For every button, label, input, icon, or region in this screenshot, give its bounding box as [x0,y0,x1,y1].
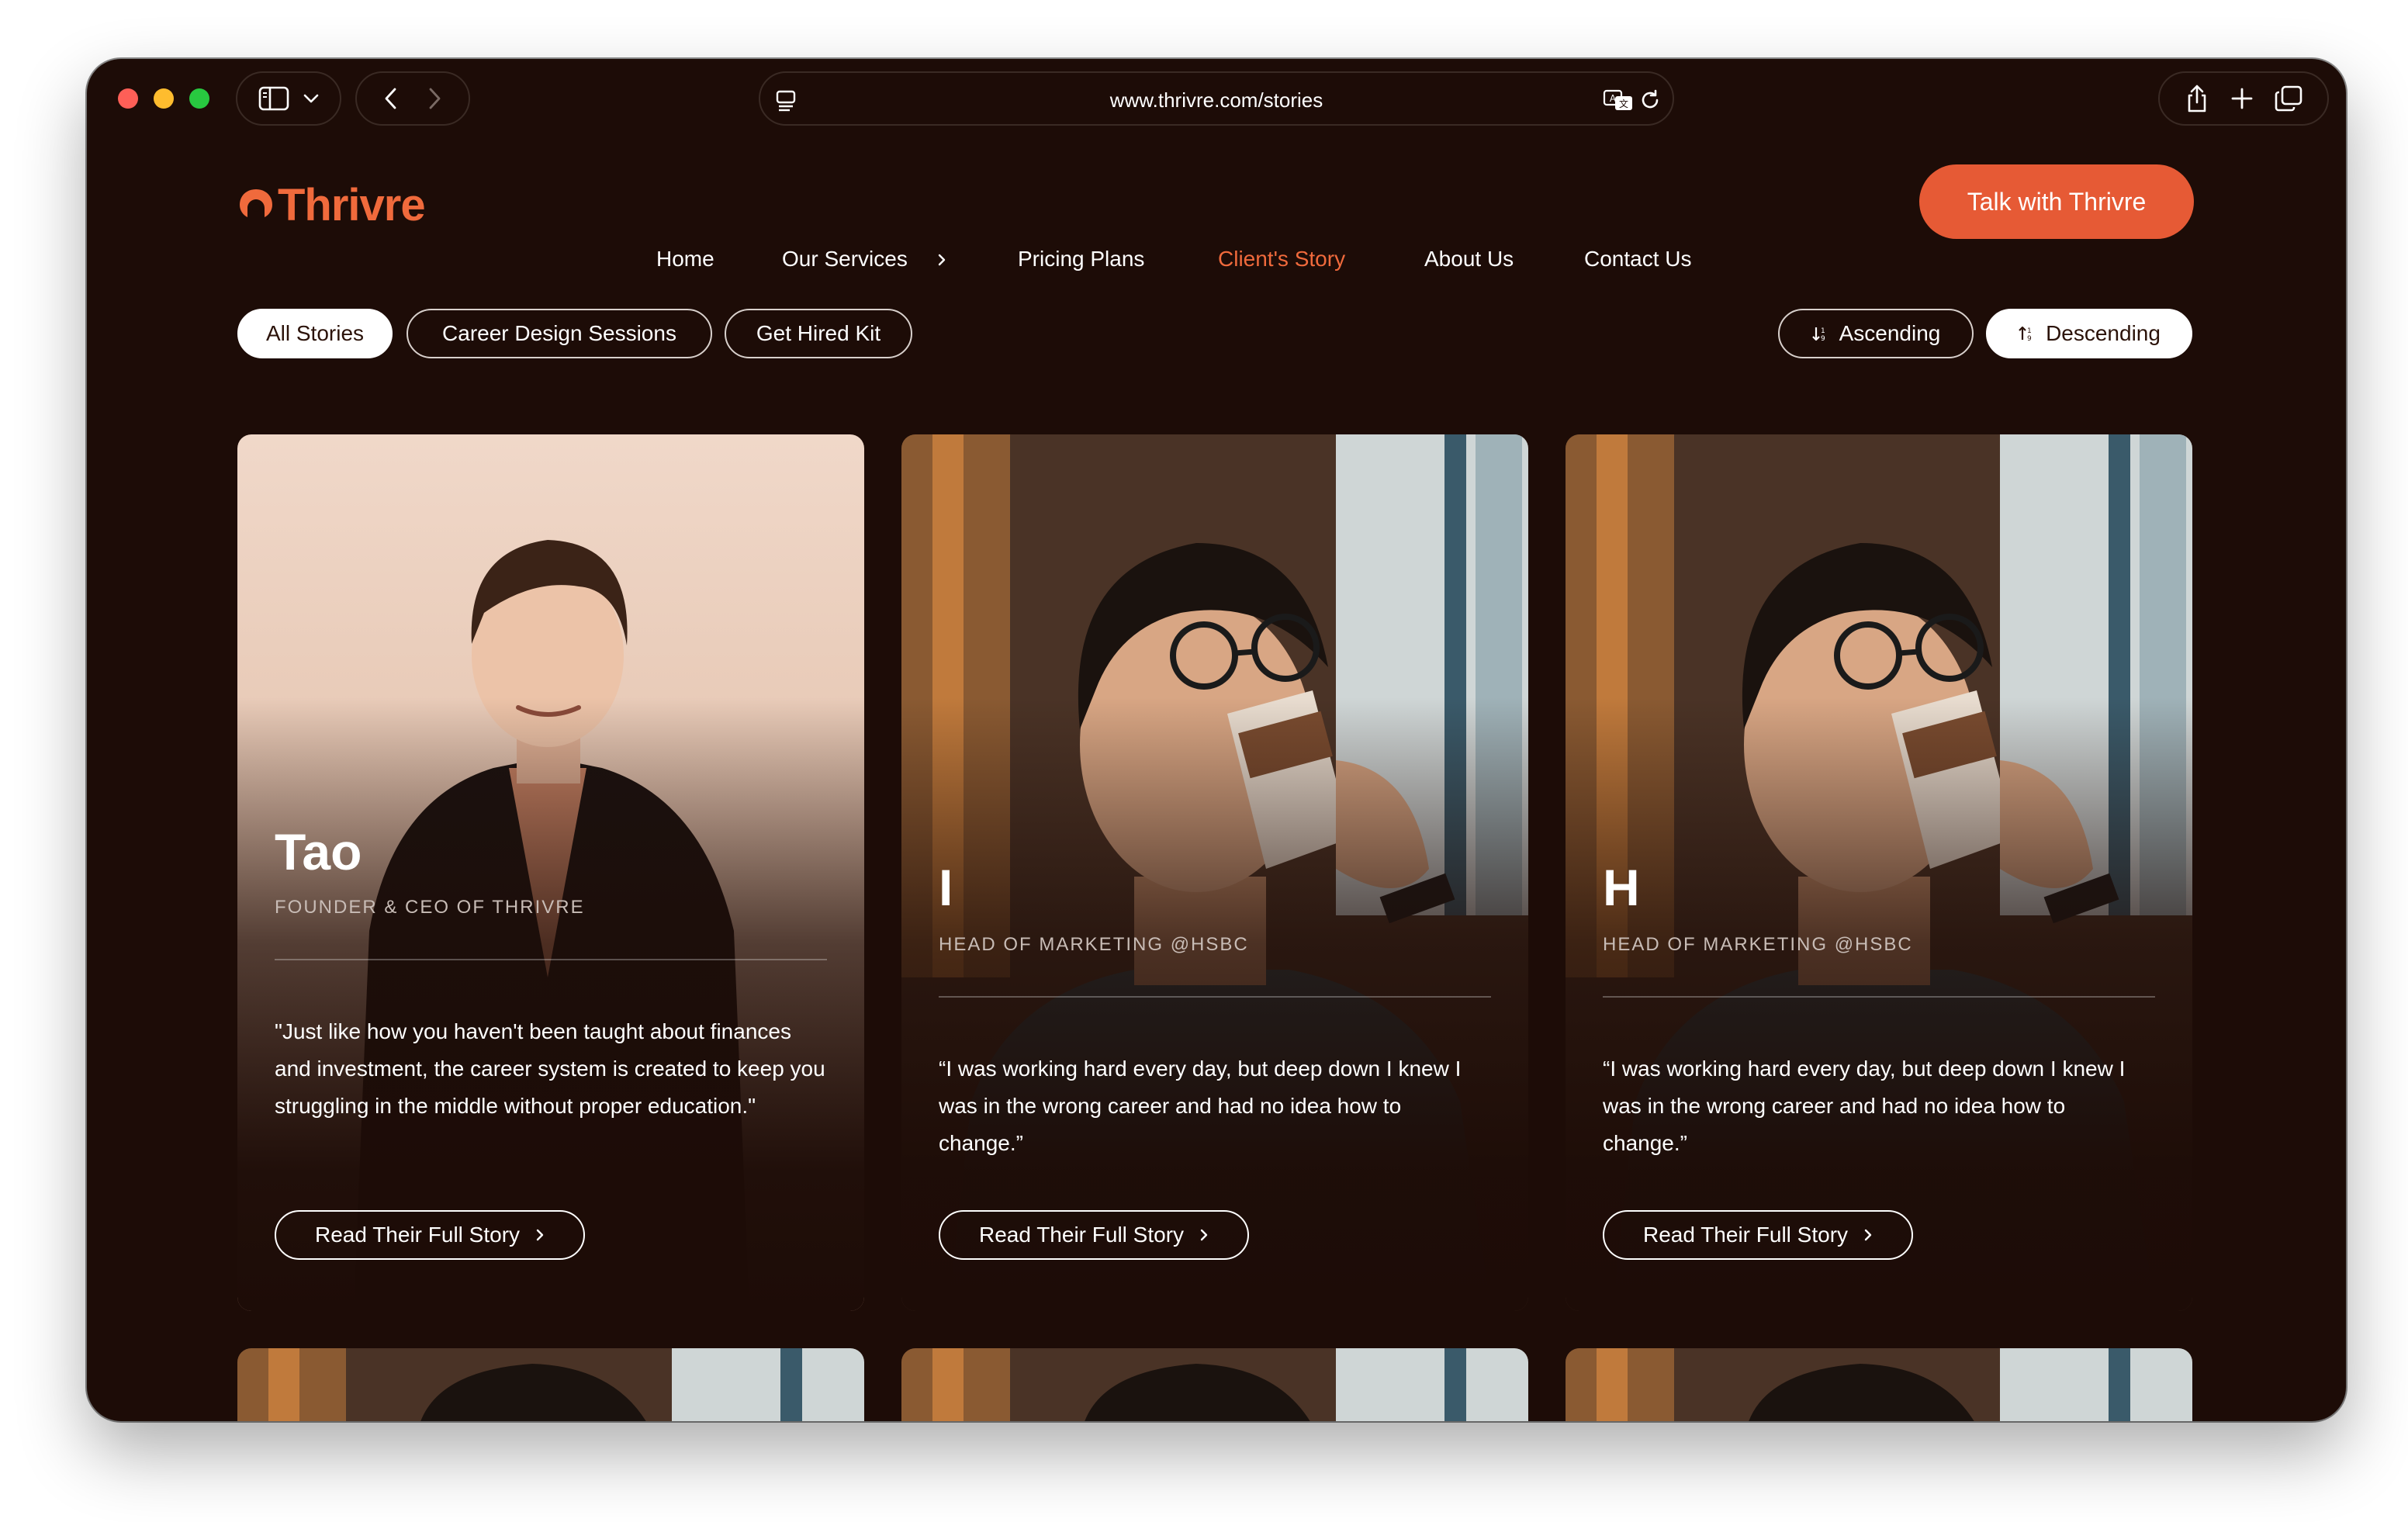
story-name: Tao [275,823,362,880]
nav-pricing-plans[interactable]: Pricing Plans [1018,247,1144,272]
window-actions-group [2158,71,2329,126]
card-divider [939,996,1491,998]
svg-text:9: 9 [2027,335,2032,342]
sort-ascending-button[interactable]: 19 Ascending [1778,309,1974,358]
nav-about-us[interactable]: About Us [1424,247,1514,272]
svg-text:文: 文 [1619,98,1628,109]
url-text: www.thrivre.com/stories [1109,88,1323,112]
read-full-story-button[interactable]: Read Their Full Story [1603,1210,1913,1260]
svg-text:9: 9 [1821,335,1825,342]
browser-window: www.thrivre.com/stories A文 Thrivre Home … [87,59,2346,1421]
svg-text:1: 1 [2027,327,2032,335]
thrivre-logo-icon [240,189,272,217]
chevron-right-icon [1864,1229,1872,1241]
sort-ascending-label: Ascending [1839,321,1941,345]
sort-ascending-icon: 19 [1811,327,1825,342]
sort-descending-button[interactable]: 19 Descending [1986,309,2192,358]
story-card[interactable]: I HEAD OF MARKETING @HSBC “I was working… [901,434,1528,1311]
nav-our-services[interactable]: Our Services [782,247,908,272]
story-name: H [1603,859,1640,916]
story-role: HEAD OF MARKETING @HSBC [1603,934,1913,955]
chevron-right-icon [1200,1229,1208,1241]
read-full-story-button[interactable]: Read Their Full Story [939,1210,1249,1260]
story-card-next-row[interactable] [237,1348,864,1421]
story-role: FOUNDER & CEO OF THRIVRE [275,897,585,918]
minimize-window-button[interactable] [154,88,174,109]
chevron-down-icon[interactable] [303,93,320,104]
talk-with-thrivre-button[interactable]: Talk with Thrivre [1919,164,2194,239]
read-full-story-label: Read Their Full Story [1642,1223,1849,1247]
card-overlay [1566,434,2192,1311]
back-icon[interactable] [383,86,399,111]
read-full-story-label: Read Their Full Story [314,1223,521,1247]
main-nav: Home Our Services Pricing Plans Client's… [87,247,2346,275]
thrivre-logo[interactable]: Thrivre [236,174,426,236]
zoom-window-button[interactable] [189,88,209,109]
story-card-next-row[interactable] [901,1348,1528,1421]
story-quote: "Just like how you haven't been taught a… [275,1019,825,1118]
story-role: HEAD OF MARKETING @HSBC [939,934,1249,955]
card-divider [275,959,827,960]
forward-icon[interactable] [427,86,442,111]
reload-icon[interactable] [1638,88,1662,116]
read-full-story-button[interactable]: Read Their Full Story [275,1210,585,1260]
sidebar-toggle-group [236,71,341,126]
sort-descending-label: Descending [2046,321,2161,345]
portrait-photo [1566,1348,2192,1421]
tab-overview-icon[interactable] [2275,85,2302,112]
translate-icon[interactable]: A文 [1603,88,1634,116]
portrait-photo [237,1348,864,1421]
svg-text:1: 1 [1821,327,1825,335]
address-bar[interactable]: www.thrivre.com/stories A文 [759,71,1674,126]
card-divider [1603,996,2155,998]
new-tab-icon[interactable] [2230,87,2254,110]
filter-career-design-sessions[interactable]: Career Design Sessions [407,309,712,358]
story-quote: “I was working hard every day, but deep … [939,1057,1462,1155]
logo-text: Thrivre [278,179,426,230]
history-nav-group [355,71,470,126]
nav-contact-us[interactable]: Contact Us [1584,247,1692,272]
nav-home[interactable]: Home [656,247,714,272]
sidebar-icon[interactable] [258,86,289,111]
close-window-button[interactable] [118,88,138,109]
filter-get-hired-kit[interactable]: Get Hired Kit [725,309,912,358]
read-full-story-label: Read Their Full Story [978,1223,1185,1247]
card-overlay [901,434,1528,1311]
story-name: I [939,859,953,916]
share-icon[interactable] [2185,84,2209,113]
nav-clients-story[interactable]: Client's Story [1218,247,1345,272]
chevron-right-icon[interactable] [937,253,946,271]
story-card[interactable]: Tao FOUNDER & CEO OF THRIVRE "Just like … [237,434,864,1311]
story-quote: “I was working hard every day, but deep … [1603,1057,2126,1155]
sort-descending-icon: 19 [2019,326,2032,342]
chevron-right-icon [536,1229,544,1241]
portrait-photo [901,1348,1528,1421]
filter-all-stories[interactable]: All Stories [237,309,393,358]
story-card-next-row[interactable] [1566,1348,2192,1421]
story-card[interactable]: H HEAD OF MARKETING @HSBC “I was working… [1566,434,2192,1311]
